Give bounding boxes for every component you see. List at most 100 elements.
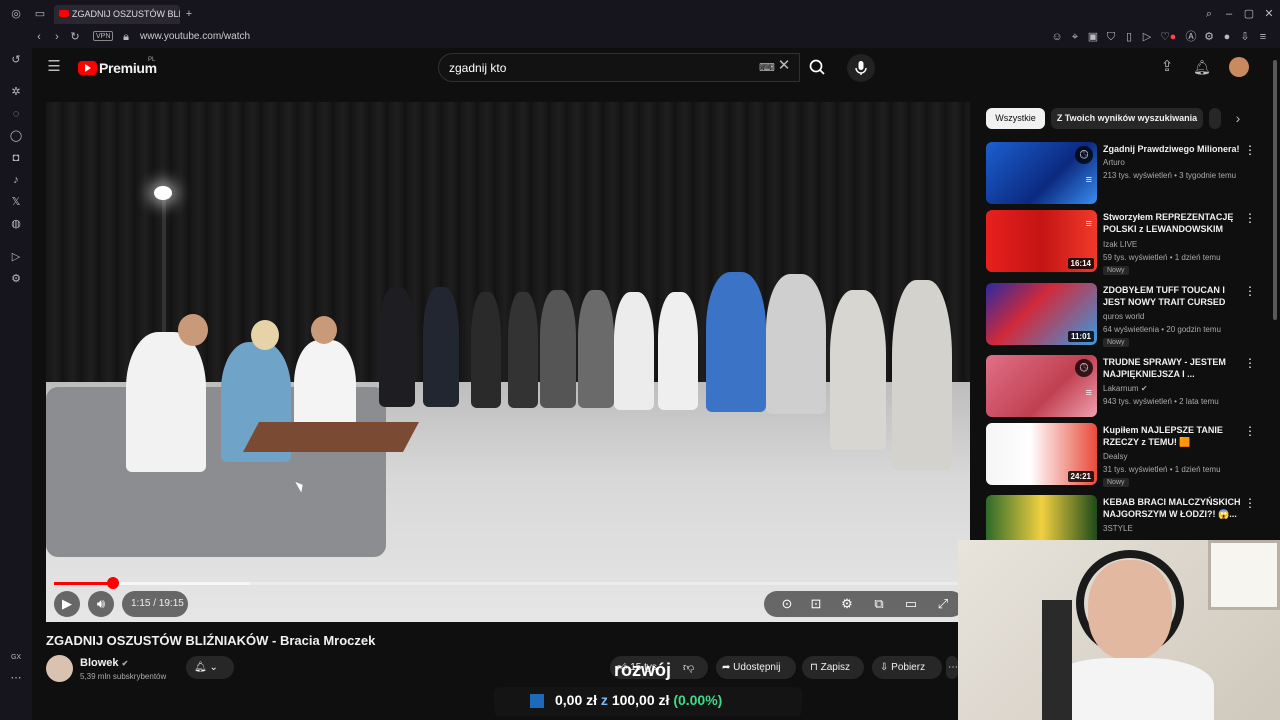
minimize-icon[interactable]: – xyxy=(1222,8,1236,20)
tab-list-icon[interactable]: ▭ xyxy=(33,8,47,20)
rec-channel[interactable]: 3STYLE xyxy=(1103,524,1133,533)
new-badge: Nowy xyxy=(1103,338,1129,347)
ticker-value: 0,00 zł xyxy=(555,692,598,708)
fullscreen-icon[interactable]: ⤢ xyxy=(935,597,951,611)
send-icon[interactable]: ▷ xyxy=(1140,31,1154,43)
rec-channel[interactable]: Lakarnum ✔ xyxy=(1103,384,1148,393)
rec-title[interactable]: Kupiłem NAJLEPSZE TANIE RZECZY z TEMU! 🟧 xyxy=(1103,424,1241,448)
whatsapp-icon[interactable]: ◯ xyxy=(9,130,23,142)
back-icon[interactable]: ‹ xyxy=(32,31,46,43)
keyboard-icon[interactable]: ⌨ xyxy=(759,62,775,74)
thumbnail[interactable]: ≡ 16:14 xyxy=(986,210,1097,272)
thumbnail[interactable]: 11:01 xyxy=(986,283,1097,345)
settings-icon[interactable]: ⚙ xyxy=(9,273,23,285)
thumbnail[interactable]: 24:21 xyxy=(986,423,1097,485)
subscribe-bell-button[interactable]: 🔔︎ ⌄ xyxy=(186,656,234,679)
rec-menu-icon[interactable]: ⋮ xyxy=(1244,211,1256,225)
rec-menu-icon[interactable]: ⋮ xyxy=(1244,143,1256,157)
discord-icon[interactable]: ◍ xyxy=(9,218,23,230)
reload-icon[interactable]: ↻ xyxy=(68,31,82,43)
search-button[interactable] xyxy=(800,53,834,82)
rec-title[interactable]: Zgadnij Prawdziwego Milionera! xyxy=(1103,143,1241,155)
rec-channel[interactable]: Arturo xyxy=(1103,158,1125,167)
chips-next-icon[interactable]: › xyxy=(1231,111,1245,125)
profile-small-icon[interactable]: ● xyxy=(1220,31,1234,43)
save-button[interactable]: ⊓ Zapisz xyxy=(802,656,864,679)
rec-title[interactable]: Stworzyłem REPREZENTACJĘ POLSKI z LEWAND… xyxy=(1103,211,1241,235)
ticker-z: z xyxy=(600,692,608,708)
rec-menu-icon[interactable]: ⋮ xyxy=(1244,424,1256,438)
progress-scrubber[interactable] xyxy=(107,577,119,589)
new-tab-icon[interactable]: + xyxy=(182,8,196,20)
close-window-icon[interactable]: ✕ xyxy=(1262,8,1276,20)
vpn-badge[interactable]: VPN xyxy=(93,31,114,41)
instagram-icon[interactable]: ◘ xyxy=(9,152,23,164)
x-icon[interactable]: 𝕏 xyxy=(9,196,23,208)
video-player[interactable]: ▶ 🔊︎ 1:15 / 19:15 ⊙ ⊡ ⚙ ⧉ ▭ ⤢ xyxy=(46,102,970,622)
queue-icon[interactable]: ≡ xyxy=(1086,387,1092,399)
channel-name[interactable]: Blowek ✔ xyxy=(80,657,128,669)
more-actions-button[interactable]: ⋯ xyxy=(946,656,958,679)
queue-icon[interactable]: ≡ xyxy=(1086,174,1092,186)
clear-search-icon[interactable]: ✕ xyxy=(777,58,791,73)
rec-channel[interactable]: Izak LIVE xyxy=(1103,240,1137,249)
pin-icon[interactable]: ⌖ xyxy=(1068,31,1082,43)
chip-all[interactable]: Wszystkie xyxy=(986,108,1045,129)
shield-icon[interactable]: ⛉ xyxy=(1104,31,1118,43)
video-frame-person xyxy=(658,292,698,410)
messenger-icon[interactable]: ◌ xyxy=(9,108,23,120)
rec-channel[interactable]: quros world xyxy=(1103,312,1144,321)
extension-emoji-icon[interactable]: ☺ xyxy=(1050,31,1064,43)
account-avatar[interactable] xyxy=(1229,57,1249,77)
dislike-icon[interactable]: 👎︎ xyxy=(683,661,694,674)
settings-gear-icon[interactable]: ⚙ xyxy=(839,597,855,611)
history-icon[interactable]: ↺ xyxy=(9,54,23,66)
browser-menu-icon[interactable]: ◎ xyxy=(9,8,23,20)
tiktok-icon[interactable]: ♪ xyxy=(9,174,23,186)
chip-from-search[interactable]: Z Twoich wyników wyszukiwania xyxy=(1051,108,1203,129)
screenshot-icon[interactable]: ▣ xyxy=(1086,31,1100,43)
queue-icon[interactable]: ≡ xyxy=(1086,218,1092,230)
menu-icon[interactable]: ≡ xyxy=(1256,31,1270,43)
ai-icon[interactable]: ✲ xyxy=(9,86,23,98)
bookmark-icon[interactable]: ▯ xyxy=(1122,31,1136,43)
extensions-icon[interactable]: ⚙ xyxy=(1202,31,1216,43)
channel-avatar[interactable] xyxy=(46,655,73,682)
maximize-icon[interactable]: ▢ xyxy=(1242,8,1256,20)
cast-icon[interactable]: ▭ xyxy=(903,597,919,611)
more-icon[interactable]: ⋯ xyxy=(9,672,23,684)
rec-title[interactable]: KEBAB BRACI MALCZYŃSKICH NAJGORSZYM W ŁO… xyxy=(1103,496,1241,520)
player-icon[interactable]: ▷ xyxy=(9,251,23,263)
autoplay-toggle-icon[interactable]: ⊙ xyxy=(776,597,798,611)
rec-menu-icon[interactable]: ⋮ xyxy=(1244,356,1256,370)
download-icon[interactable]: ⇩ xyxy=(1238,31,1252,43)
watch-later-icon[interactable]: 🕓︎ xyxy=(1075,359,1093,377)
download-button[interactable]: ⇩ Pobierz xyxy=(872,656,942,679)
video-frame-table xyxy=(243,422,419,452)
rec-title[interactable]: TRUDNE SPRAWY - JESTEM NAJPIĘKNIEJSZA I … xyxy=(1103,356,1241,380)
thumbnail[interactable]: 🕓︎ ≡ xyxy=(986,142,1097,204)
miniplayer-icon[interactable]: ⧉ xyxy=(871,597,887,611)
page-scrollbar[interactable] xyxy=(1273,60,1277,320)
upload-icon[interactable]: ⇪ xyxy=(1160,59,1174,74)
share-button[interactable]: ➦ Udostępnij xyxy=(716,656,796,679)
video-frame-person xyxy=(892,280,952,470)
rec-channel[interactable]: Dealsy xyxy=(1103,452,1127,461)
rec-menu-icon[interactable]: ⋮ xyxy=(1244,496,1256,510)
browser-tab[interactable]: ZGADNIJ OSZUSTÓW BLI... xyxy=(54,5,180,24)
search-input[interactable]: zgadnij kto xyxy=(449,61,506,75)
subtitles-icon[interactable]: ⊡ xyxy=(808,597,824,611)
thumbnail[interactable]: 🕓︎ ≡ xyxy=(986,355,1097,417)
watch-later-icon[interactable]: 🕓︎ xyxy=(1075,146,1093,164)
rec-menu-icon[interactable]: ⋮ xyxy=(1244,284,1256,298)
rec-title[interactable]: ZDOBYŁEM TUFF TOUCAN I JEST NOWY TRAIT C… xyxy=(1103,284,1241,308)
forward-icon[interactable]: › xyxy=(50,31,64,43)
notifications-icon[interactable]: 🔔︎ xyxy=(1193,60,1211,74)
extension-a-icon[interactable]: Ⓐ xyxy=(1184,31,1198,43)
voice-search-button[interactable] xyxy=(847,54,875,82)
search-tabs-icon[interactable]: ⌕ xyxy=(1202,8,1216,20)
url-field[interactable]: www.youtube.com/watch xyxy=(140,31,250,42)
chip-partial[interactable] xyxy=(1209,108,1221,129)
hamburger-icon[interactable]: ☰ xyxy=(46,59,62,74)
extension-red-icon[interactable]: ● xyxy=(1166,31,1180,43)
